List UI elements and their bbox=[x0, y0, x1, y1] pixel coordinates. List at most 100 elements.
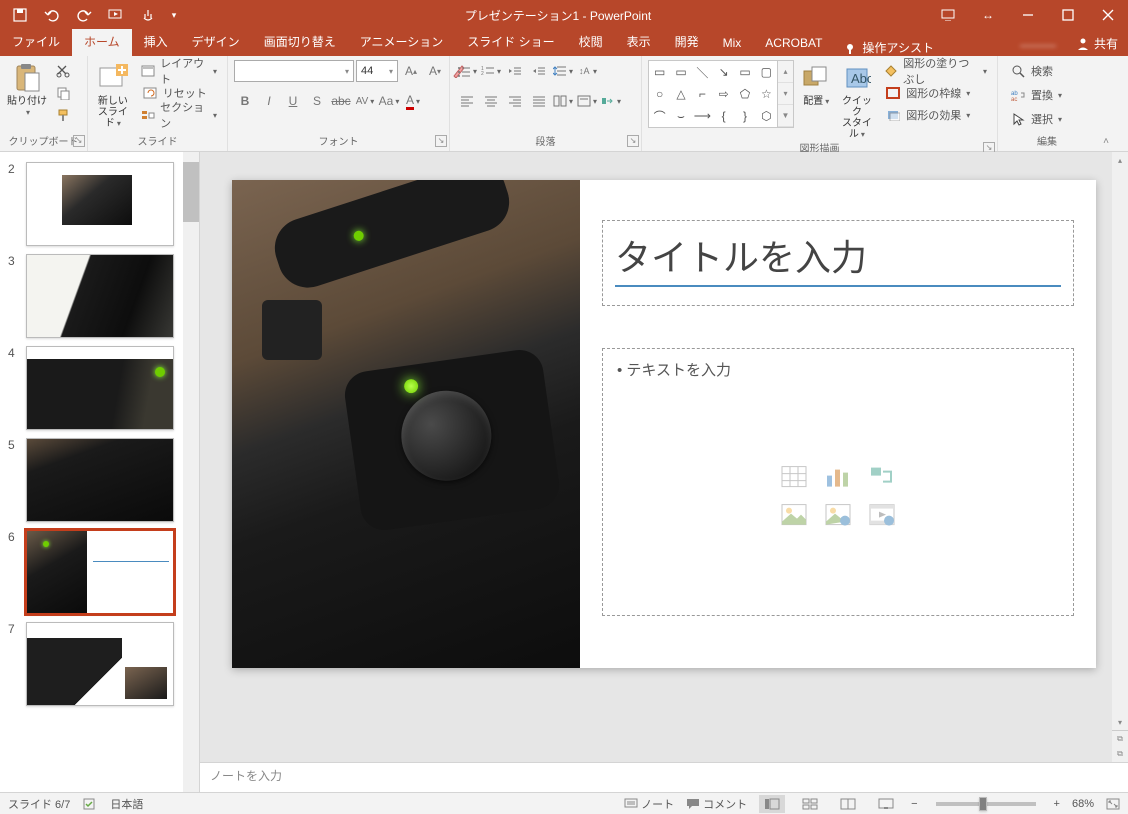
content-placeholder[interactable]: • テキストを入力 bbox=[602, 348, 1074, 616]
notes-toggle[interactable]: ノート bbox=[624, 796, 674, 812]
thumb-slide-2[interactable]: 2 bbox=[0, 158, 199, 250]
fit-to-window-button[interactable] bbox=[1106, 798, 1120, 810]
italic-button[interactable]: I bbox=[258, 90, 280, 112]
insert-picture-icon[interactable] bbox=[776, 500, 812, 530]
save-button[interactable] bbox=[6, 2, 34, 28]
tab-developer[interactable]: 開発 bbox=[663, 29, 711, 56]
change-case-button[interactable]: Aa bbox=[378, 90, 400, 112]
font-size-combo[interactable]: 44▾ bbox=[356, 60, 398, 82]
tab-file[interactable]: ファイル bbox=[0, 29, 72, 56]
numbering-button[interactable]: 12 bbox=[480, 60, 502, 82]
thumb-slide-5[interactable]: 5 bbox=[0, 434, 199, 526]
tab-review[interactable]: 校閲 bbox=[567, 29, 615, 56]
maximize-button[interactable] bbox=[1048, 0, 1088, 30]
shapes-gallery[interactable]: ▭▭＼↘▭▢ ○△⌐⇨⬠☆ ⌒⌣⟶{}⬡ bbox=[648, 60, 778, 128]
bold-button[interactable]: B bbox=[234, 90, 256, 112]
share-button[interactable]: 共有 bbox=[1066, 31, 1128, 56]
reading-view-button[interactable] bbox=[835, 795, 861, 813]
underline-button[interactable]: U bbox=[282, 90, 304, 112]
font-name-combo[interactable]: ▾ bbox=[234, 60, 354, 82]
tab-acrobat[interactable]: ACROBAT bbox=[753, 32, 834, 56]
increase-indent-button[interactable] bbox=[528, 60, 550, 82]
align-text-button[interactable] bbox=[576, 90, 598, 112]
insert-table-icon[interactable] bbox=[776, 462, 812, 492]
tab-insert[interactable]: 挿入 bbox=[132, 29, 180, 56]
editor-vscrollbar[interactable]: ▴▾ ⧉⧉ bbox=[1112, 152, 1128, 762]
cut-button[interactable] bbox=[52, 60, 74, 82]
ribbon-display-options-button[interactable] bbox=[928, 0, 968, 30]
spell-check-icon[interactable] bbox=[82, 797, 98, 811]
shape-outline-button[interactable]: 図形の枠線 bbox=[879, 82, 991, 104]
format-painter-button[interactable] bbox=[52, 104, 74, 126]
tab-view[interactable]: 表示 bbox=[615, 29, 663, 56]
section-button[interactable]: セクション bbox=[136, 104, 221, 126]
tab-slideshow[interactable]: スライド ショー bbox=[455, 29, 566, 56]
layout-button[interactable]: レイアウト bbox=[136, 60, 221, 82]
font-color-button[interactable]: A bbox=[402, 90, 424, 112]
collapse-ribbon-button[interactable]: ˄ bbox=[1103, 136, 1109, 147]
insert-smartart-icon[interactable] bbox=[864, 462, 900, 492]
copy-button[interactable] bbox=[52, 82, 74, 104]
slide-sorter-view-button[interactable] bbox=[797, 795, 823, 813]
tab-design[interactable]: デザイン bbox=[180, 29, 252, 56]
paragraph-dialog-launcher[interactable]: ↘ bbox=[627, 135, 639, 147]
zoom-in-button[interactable]: + bbox=[1054, 798, 1060, 810]
quick-styles-button[interactable]: Abc クイック スタイル bbox=[839, 60, 876, 140]
shadow-button[interactable]: S bbox=[306, 90, 328, 112]
thumb-slide-3[interactable]: 3 bbox=[0, 250, 199, 342]
tab-mix[interactable]: Mix bbox=[711, 32, 754, 56]
textbox-shape-icon[interactable]: ▭ bbox=[649, 61, 670, 83]
minimize-button[interactable] bbox=[1008, 0, 1048, 30]
insert-chart-icon[interactable] bbox=[820, 462, 856, 492]
align-right-button[interactable] bbox=[504, 90, 526, 112]
line-spacing-button[interactable] bbox=[552, 60, 574, 82]
new-slide-button[interactable]: 新しい スライド bbox=[94, 60, 132, 129]
strikethrough-button[interactable]: abc bbox=[330, 90, 352, 112]
slide-canvas[interactable]: タイトルを入力 • テキストを入力 bbox=[232, 180, 1096, 668]
zoom-level[interactable]: 68% bbox=[1072, 798, 1094, 810]
increase-font-button[interactable]: A▴ bbox=[400, 60, 422, 82]
account-name[interactable]: ——— bbox=[1010, 34, 1066, 56]
find-button[interactable]: 検索 bbox=[1004, 60, 1057, 82]
tab-transitions[interactable]: 画面切り替え bbox=[252, 29, 348, 56]
notes-pane[interactable]: ノートを入力 bbox=[200, 762, 1128, 792]
text-direction-button[interactable]: ↕A bbox=[576, 60, 598, 82]
paste-button[interactable]: 貼り付け bbox=[6, 60, 48, 118]
shape-effects-button[interactable]: 図形の効果 bbox=[879, 104, 991, 126]
zoom-out-button[interactable]: − bbox=[911, 798, 917, 810]
clipboard-dialog-launcher[interactable]: ↘ bbox=[73, 135, 85, 147]
bullets-button[interactable] bbox=[456, 60, 478, 82]
shapes-gallery-scroll[interactable]: ▴▾▼ bbox=[778, 60, 794, 128]
columns-button[interactable] bbox=[552, 90, 574, 112]
smartart-button[interactable] bbox=[600, 90, 622, 112]
close-button[interactable] bbox=[1088, 0, 1128, 30]
shape-fill-button[interactable]: 図形の塗りつぶし bbox=[879, 60, 991, 82]
qat-customize-button[interactable]: ▾ bbox=[166, 2, 182, 28]
slideshow-view-button[interactable] bbox=[873, 795, 899, 813]
char-spacing-button[interactable]: AV bbox=[354, 90, 376, 112]
zoom-slider[interactable] bbox=[936, 802, 1036, 806]
thumb-scrollbar[interactable] bbox=[183, 152, 199, 792]
title-placeholder[interactable]: タイトルを入力 bbox=[602, 220, 1074, 306]
thumb-slide-6[interactable]: 6 bbox=[0, 526, 199, 618]
arrange-button[interactable]: 配置 bbox=[798, 60, 835, 107]
select-button[interactable]: 選択 bbox=[1004, 108, 1066, 130]
normal-view-button[interactable] bbox=[759, 795, 785, 813]
language-label[interactable]: 日本語 bbox=[110, 796, 143, 812]
slide-counter[interactable]: スライド 6/7 bbox=[8, 796, 70, 812]
slide-canvas-area[interactable]: タイトルを入力 • テキストを入力 bbox=[200, 152, 1128, 762]
undo-button[interactable] bbox=[38, 2, 66, 28]
replace-button[interactable]: abac置換 bbox=[1004, 84, 1066, 106]
decrease-indent-button[interactable] bbox=[504, 60, 526, 82]
tab-animations[interactable]: アニメーション bbox=[348, 29, 456, 56]
slide-image[interactable] bbox=[232, 180, 580, 668]
tell-me-search[interactable]: 操作アシスト bbox=[834, 39, 944, 56]
justify-button[interactable] bbox=[528, 90, 550, 112]
insert-video-icon[interactable] bbox=[864, 500, 900, 530]
insert-online-picture-icon[interactable] bbox=[820, 500, 856, 530]
tab-home[interactable]: ホーム bbox=[72, 29, 132, 56]
comments-toggle[interactable]: コメント bbox=[686, 796, 747, 812]
align-left-button[interactable] bbox=[456, 90, 478, 112]
font-dialog-launcher[interactable]: ↘ bbox=[435, 135, 447, 147]
touch-mode-button[interactable] bbox=[134, 2, 162, 28]
